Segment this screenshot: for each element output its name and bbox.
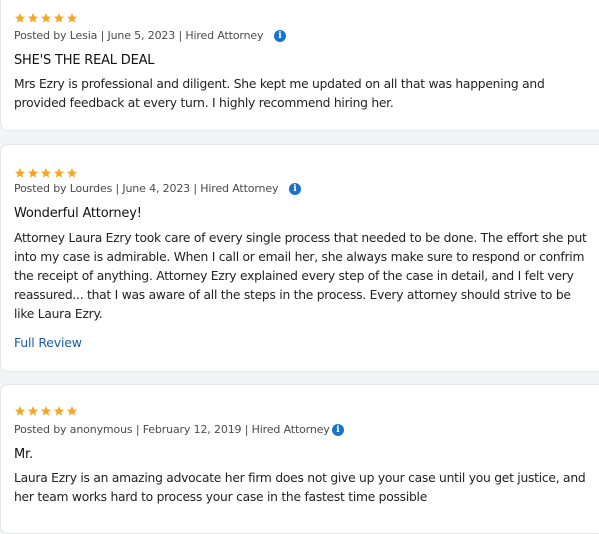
star-icon bbox=[27, 12, 39, 24]
star-icon bbox=[40, 405, 52, 417]
star-icon bbox=[66, 167, 78, 179]
full-review-link[interactable]: Full Review bbox=[14, 335, 82, 350]
star-icon bbox=[40, 167, 52, 179]
review-title: SHE'S THE REAL DEAL bbox=[14, 53, 155, 68]
review-body: Laura Ezry is an amazing advocate her fi… bbox=[14, 471, 586, 504]
star-rating bbox=[14, 405, 78, 417]
star-icon bbox=[14, 405, 26, 417]
info-icon[interactable]: i bbox=[332, 424, 344, 436]
review-meta: Posted by anonymous | February 12, 2019 … bbox=[14, 423, 330, 436]
star-icon bbox=[53, 167, 65, 179]
star-icon bbox=[14, 167, 26, 179]
info-icon[interactable]: i bbox=[289, 183, 301, 195]
review-title: Mr. bbox=[14, 447, 33, 462]
star-rating bbox=[14, 12, 78, 24]
star-icon bbox=[53, 405, 65, 417]
star-icon bbox=[66, 405, 78, 417]
star-icon bbox=[53, 12, 65, 24]
review-card: Posted by anonymous | February 12, 2019 … bbox=[0, 384, 599, 534]
review-body: Attorney Laura Ezry took care of every s… bbox=[14, 231, 587, 321]
star-icon bbox=[27, 167, 39, 179]
info-icon[interactable]: i bbox=[274, 30, 286, 42]
review-card: Posted by Lesia | June 5, 2023 | Hired A… bbox=[0, 0, 599, 131]
review-title: Wonderful Attorney! bbox=[14, 206, 142, 221]
review-card: Posted by Lourdes | June 4, 2023 | Hired… bbox=[0, 144, 599, 372]
star-icon bbox=[27, 405, 39, 417]
review-meta: Posted by Lesia | June 5, 2023 | Hired A… bbox=[14, 29, 264, 42]
review-body: Mrs Ezry is professional and diligent. S… bbox=[14, 77, 545, 110]
star-icon bbox=[14, 12, 26, 24]
star-icon bbox=[66, 12, 78, 24]
star-icon bbox=[40, 12, 52, 24]
star-rating bbox=[14, 167, 78, 179]
review-meta: Posted by Lourdes | June 4, 2023 | Hired… bbox=[14, 182, 279, 195]
